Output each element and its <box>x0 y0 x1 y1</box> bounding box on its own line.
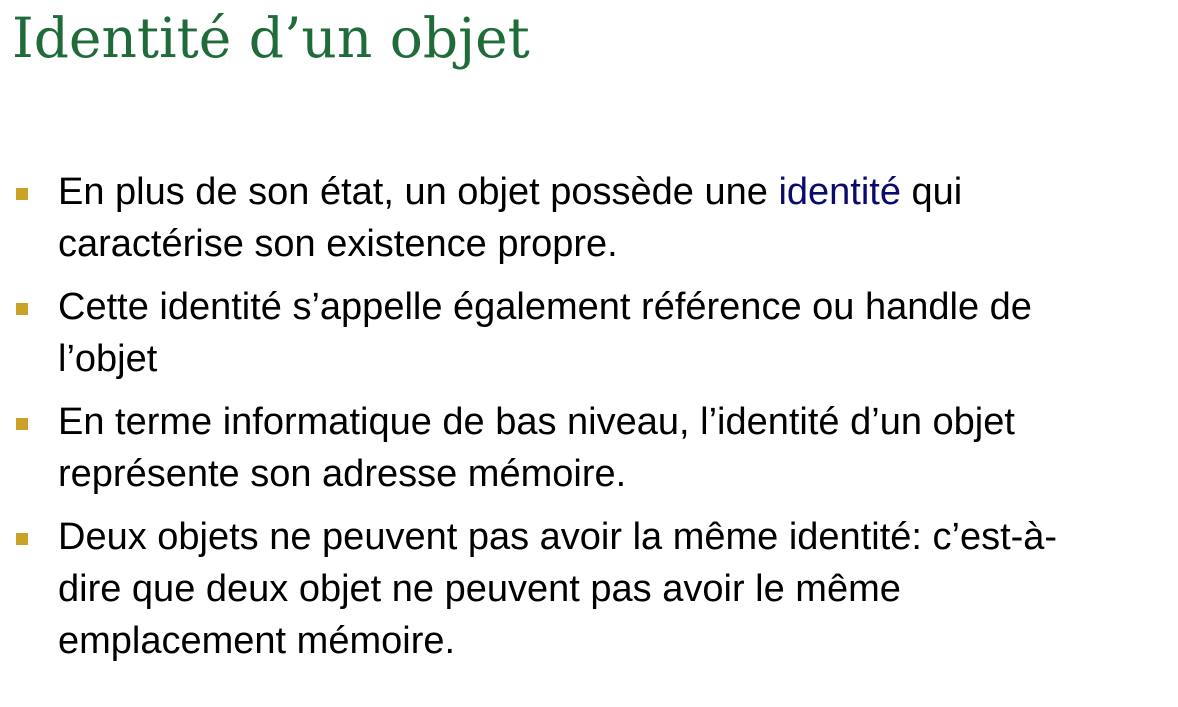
bullet-item-reference: Cette identité s’appelle également référ… <box>0 281 1058 385</box>
square-bullet-icon <box>16 418 28 430</box>
slide: Identité d’un objet En plus de son état,… <box>0 0 1178 707</box>
bullet-item-identity: En plus de son état, un objet possède un… <box>0 166 1058 270</box>
highlighted-term: identité <box>778 171 901 213</box>
square-bullet-icon <box>16 188 28 200</box>
bullet-list: En plus de son état, un objet possède un… <box>0 166 1178 678</box>
square-bullet-icon <box>16 533 28 545</box>
bullet-item-unique-identity: Deux objets ne peuvent pas avoir la même… <box>0 511 1058 667</box>
square-bullet-icon <box>16 303 28 315</box>
slide-title: Identité d’un objet <box>12 6 530 70</box>
bullet-text: Cette identité s’appelle également référ… <box>58 286 1032 380</box>
bullet-item-memory-address: En terme informatique de bas niveau, l’i… <box>0 396 1058 500</box>
bullet-text: Deux objets ne peuvent pas avoir la même… <box>58 516 1058 662</box>
bullet-text: En terme informatique de bas niveau, l’i… <box>58 401 1015 495</box>
bullet-text: En plus de son état, un objet possède un… <box>58 171 779 213</box>
